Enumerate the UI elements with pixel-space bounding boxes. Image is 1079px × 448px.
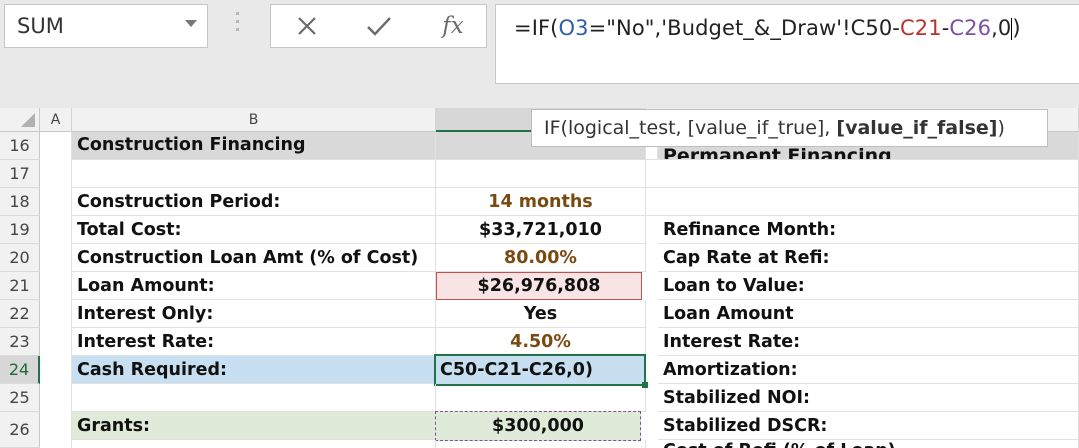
name-box-value: SUM: [17, 14, 64, 38]
cell-d19[interactable]: Refinance Month:: [658, 216, 1079, 244]
select-all-button[interactable]: [0, 108, 40, 132]
name-box[interactable]: SUM: [4, 4, 208, 48]
cell-c19[interactable]: $33,721,010: [436, 216, 646, 244]
row-header-20[interactable]: 20: [0, 244, 40, 272]
cancel-button[interactable]: [275, 5, 339, 47]
cell-c24-active[interactable]: C50-C21-C26,0): [434, 354, 646, 386]
cell-d26[interactable]: Stabilized DSCR:: [658, 412, 1079, 440]
cell-d27[interactable]: Cost of Refi (% of Loan): [658, 440, 1079, 448]
formula-input[interactable]: =IF(O3="No",'Budget_&_Draw'!C50-C21-C26,…: [495, 4, 1079, 84]
cell-b16[interactable]: Construction Financing: [72, 132, 436, 160]
enter-button[interactable]: [347, 5, 411, 47]
cell-c25[interactable]: [436, 388, 646, 412]
cell-b26[interactable]: Grants:: [72, 412, 436, 440]
cell-c17[interactable]: [436, 160, 646, 188]
cell-c27[interactable]: [436, 440, 646, 448]
row-header-17[interactable]: 17: [0, 160, 40, 188]
cell-c23[interactable]: 4.50%: [436, 328, 646, 356]
formula-segment: ,0: [991, 16, 1012, 40]
cell-d23[interactable]: Interest Rate:: [658, 328, 1079, 356]
fx-icon: fx: [442, 13, 464, 39]
formula-buttons: fx: [270, 4, 487, 48]
column-header-b[interactable]: B: [72, 108, 436, 132]
cell-d20[interactable]: Cap Rate at Refi:: [658, 244, 1079, 272]
row-header-24[interactable]: 24: [0, 356, 40, 384]
grip-handle-icon[interactable]: [234, 12, 240, 40]
formula-ref-c21: C21: [900, 16, 942, 40]
cell-b21[interactable]: Loan Amount:: [72, 272, 436, 300]
tooltip-args: IF(logical_test, [value_if_true],: [544, 117, 837, 139]
cell-d25[interactable]: Stabilized NOI:: [658, 384, 1079, 412]
row-header-18[interactable]: 18: [0, 188, 40, 216]
cell-c20[interactable]: 80.00%: [436, 244, 646, 272]
cell-b24[interactable]: Cash Required:: [72, 356, 436, 384]
cell-c26[interactable]: $300,000: [435, 411, 641, 441]
column-header-a[interactable]: A: [40, 108, 72, 132]
cell-c18[interactable]: 14 months: [436, 188, 646, 216]
cell-d22[interactable]: Loan Amount: [658, 300, 1079, 328]
close-icon: [298, 17, 316, 35]
chevron-down-icon[interactable]: [185, 20, 197, 27]
tooltip-current-arg[interactable]: [value_if_false]: [836, 117, 997, 139]
cell-b20[interactable]: Construction Loan Amt (% of Cost): [72, 244, 436, 272]
cell-c21[interactable]: $26,976,808: [436, 272, 642, 300]
formula-ref-o3: O3: [558, 16, 589, 40]
cell-b23[interactable]: Interest Rate:: [72, 328, 436, 356]
formula-text: =IF(O3="No",'Budget_&_Draw'!C50-C21-C26,…: [514, 16, 1021, 40]
row-header-23[interactable]: 23: [0, 328, 40, 356]
row-header-21[interactable]: 21: [0, 272, 40, 300]
row-header-26[interactable]: 26: [0, 412, 40, 448]
cell-d17[interactable]: [646, 160, 1079, 188]
formula-ref-c26: C26: [949, 16, 992, 40]
formula-segment: =IF(: [514, 16, 559, 40]
cell-b17[interactable]: [72, 160, 436, 188]
cell-d21[interactable]: Loan to Value:: [658, 272, 1079, 300]
cell-d24[interactable]: Amortization:: [658, 356, 1079, 384]
tooltip-close: ): [997, 117, 1005, 139]
column-a-cells[interactable]: [40, 132, 72, 448]
checkmark-icon: [367, 17, 391, 36]
cell-b19[interactable]: Total Cost:: [72, 216, 436, 244]
cell-d18[interactable]: [646, 188, 1079, 216]
row-header-25[interactable]: 25: [0, 384, 40, 412]
cell-b22[interactable]: Interest Only:: [72, 300, 436, 328]
function-tooltip: IF(logical_test, [value_if_true], [value…: [531, 109, 1048, 147]
cell-b27[interactable]: [72, 440, 436, 448]
cell-c22[interactable]: Yes: [436, 300, 646, 328]
row-header-16[interactable]: 16: [0, 132, 40, 160]
formula-toolbar: SUM fx =IF(O3="No",'Budget_&_Draw'!C50-C…: [0, 0, 1079, 108]
row-header-19[interactable]: 19: [0, 216, 40, 244]
row-header-22[interactable]: 22: [0, 300, 40, 328]
cell-b25[interactable]: [72, 384, 436, 412]
formula-segment: ): [1012, 16, 1021, 40]
insert-function-button[interactable]: fx: [421, 5, 485, 47]
cell-b18[interactable]: Construction Period:: [72, 188, 436, 216]
worksheet-grid[interactable]: A B 16 17 18 19 20 21 22 23 24 25 26 Con…: [0, 108, 1079, 448]
formula-segment: ="No",'Budget_&_Draw'!C50-: [588, 16, 900, 40]
